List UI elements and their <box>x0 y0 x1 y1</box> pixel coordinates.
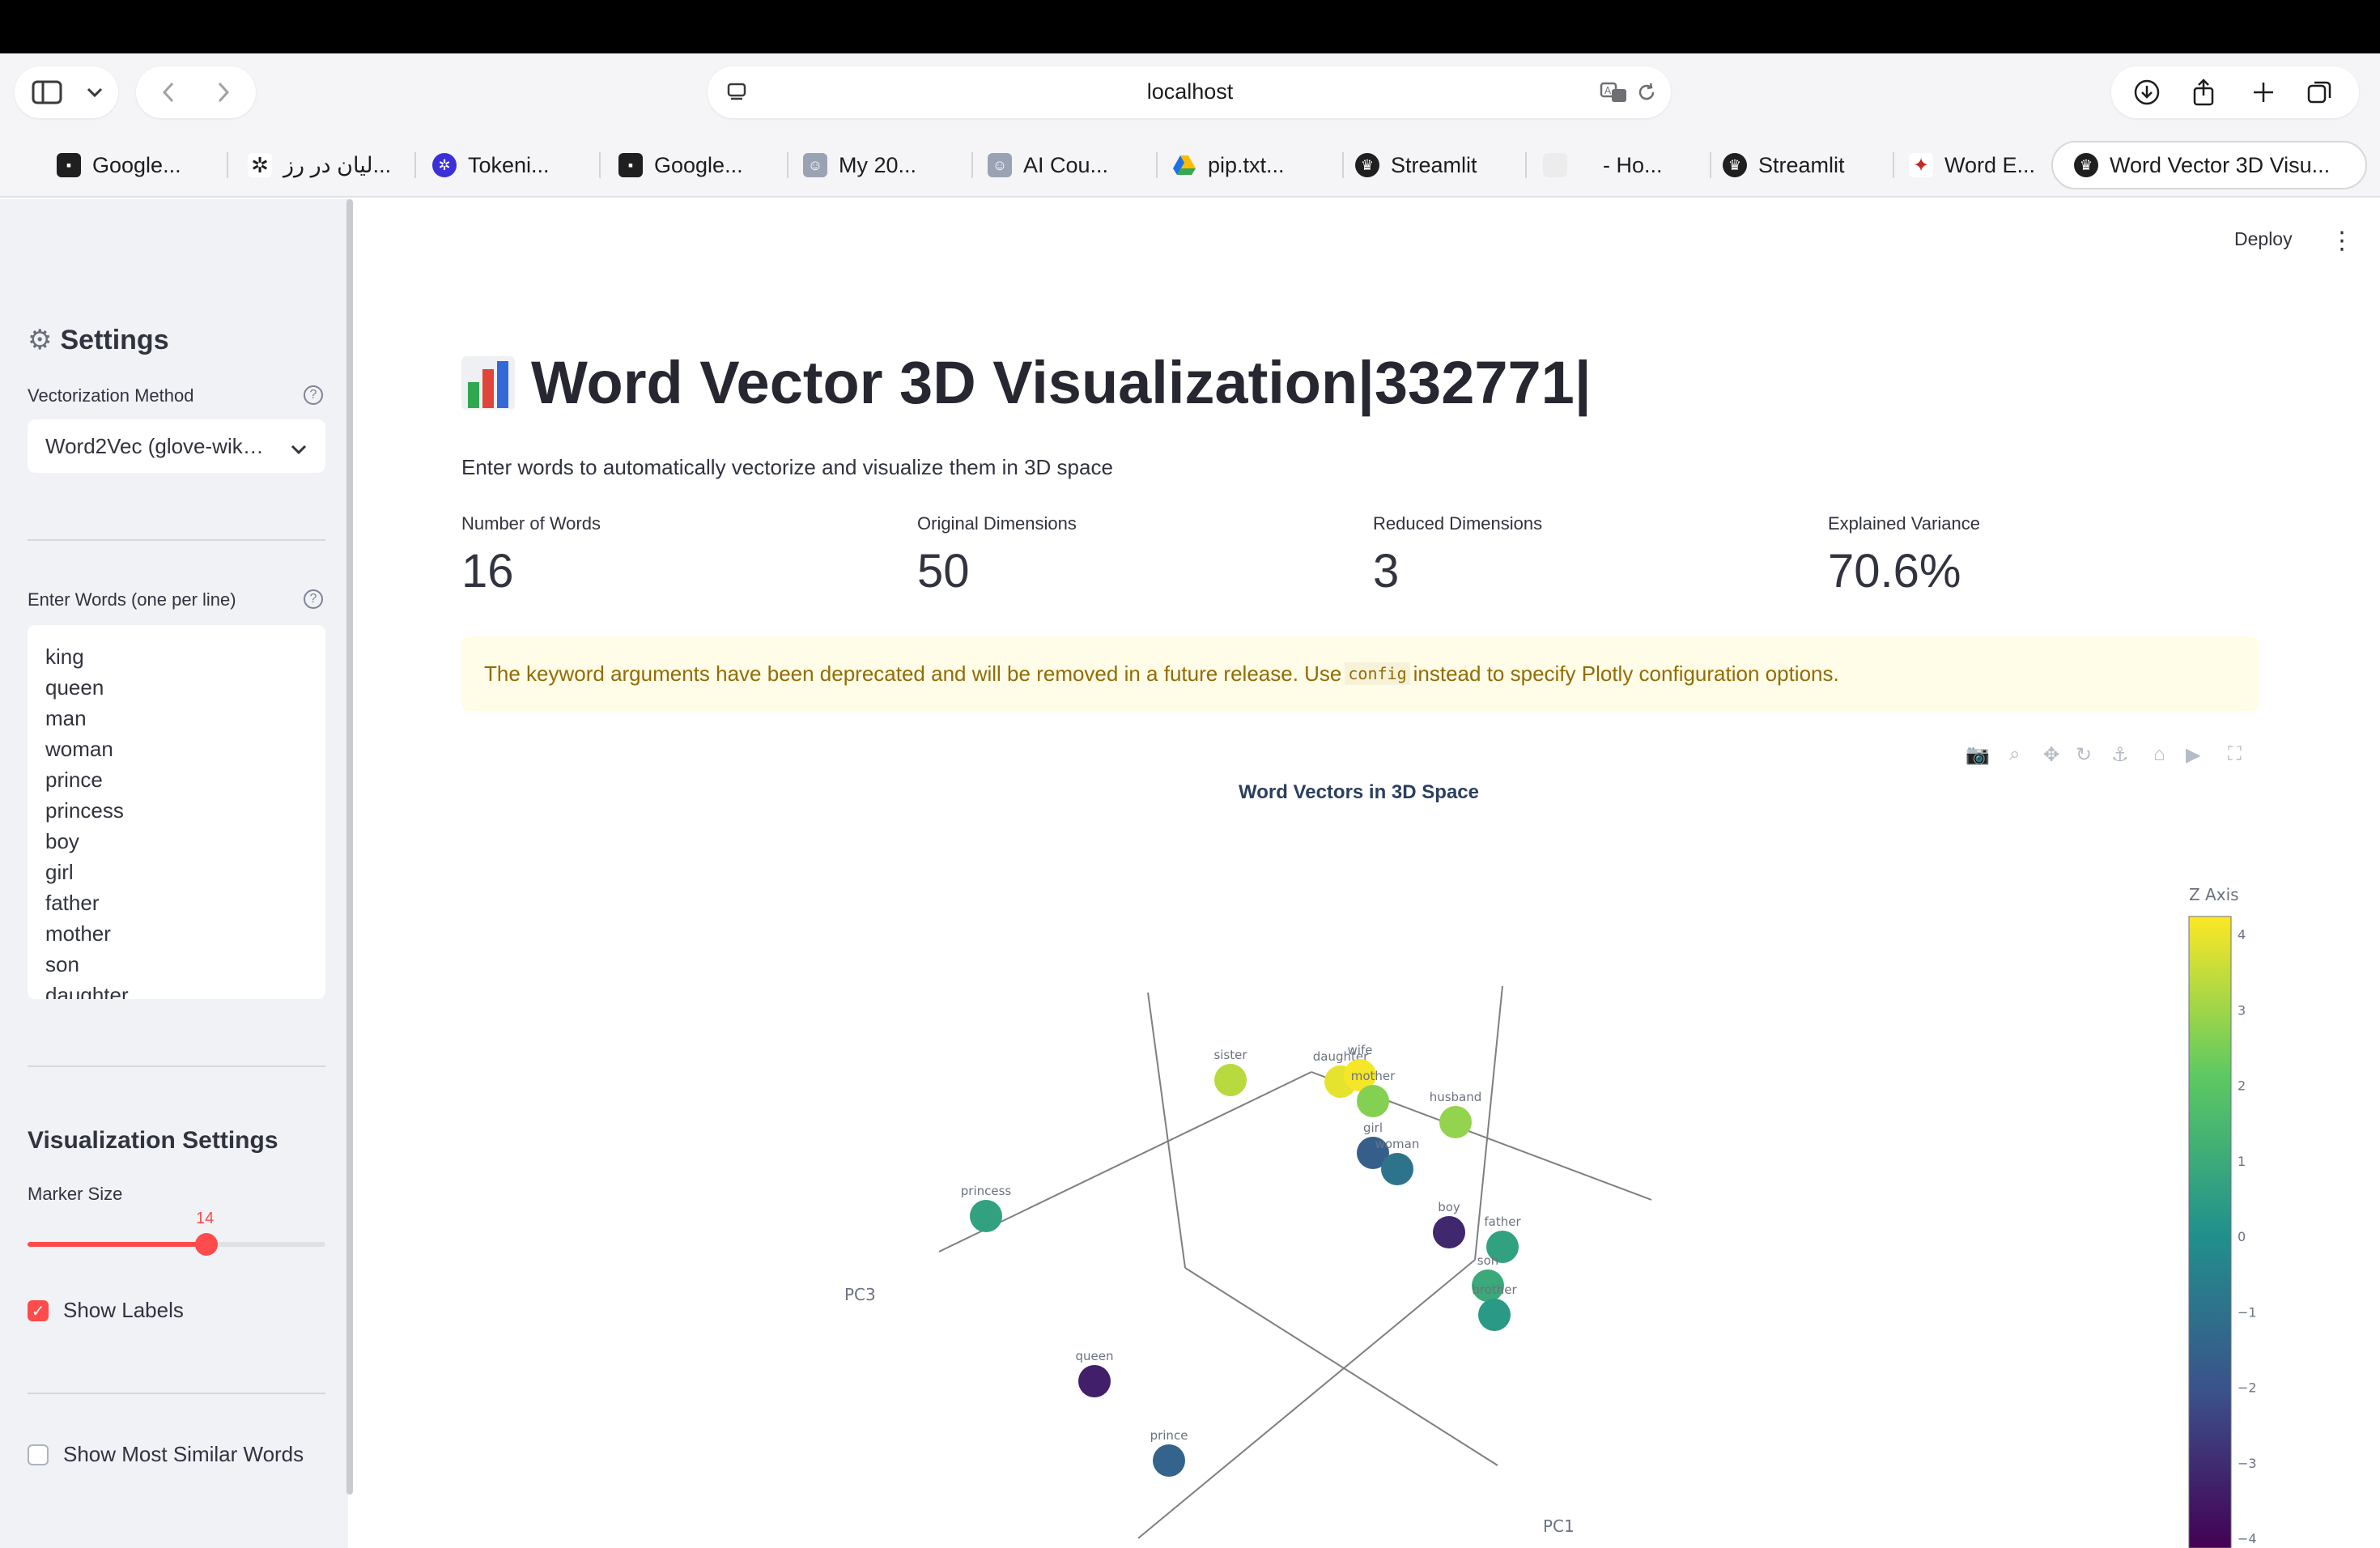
scatter-3d-plot[interactable]: PC3 PC1 sister daughterwifemotherhusbandg… <box>0 0 2380 1548</box>
point-boy[interactable] <box>1433 1216 1465 1248</box>
colorbar-title: Z Axis <box>2189 885 2239 904</box>
colorbar-tick: −2 <box>2238 1380 2257 1396</box>
point-sister[interactable] <box>1214 1064 1247 1096</box>
colorbar-tick: 0 <box>2238 1229 2246 1244</box>
point-mother[interactable] <box>1357 1085 1389 1117</box>
point-label: boy <box>1438 1200 1460 1214</box>
colorbar-tick: −3 <box>2238 1456 2257 1471</box>
point-label: sister <box>1213 1048 1247 1062</box>
colorbar-tick: 1 <box>2238 1154 2246 1169</box>
point-husband[interactable] <box>1439 1106 1472 1138</box>
point-label: mother <box>1351 1069 1396 1083</box>
point-prince[interactable] <box>1153 1444 1185 1477</box>
axis-label-pc1: PC1 <box>1543 1516 1575 1536</box>
point-label: wife <box>1348 1043 1373 1057</box>
point-label: girl <box>1363 1121 1383 1135</box>
point-queen[interactable] <box>1078 1365 1111 1397</box>
point-label: husband <box>1430 1090 1482 1104</box>
point-princess[interactable] <box>970 1200 1002 1232</box>
colorbar-tick: −1 <box>2238 1304 2257 1320</box>
colorbar <box>2188 916 2232 1548</box>
point-label: brother <box>1472 1282 1517 1297</box>
plot-axes <box>938 985 1652 1539</box>
point-brother[interactable] <box>1478 1299 1511 1331</box>
point-label: woman <box>1375 1137 1420 1151</box>
colorbar-tick: −4 <box>2238 1531 2257 1546</box>
axis-label-pc3: PC3 <box>844 1285 876 1304</box>
point-label: queen <box>1076 1349 1114 1363</box>
colorbar-tick: 2 <box>2238 1078 2246 1094</box>
point-woman[interactable] <box>1381 1153 1413 1185</box>
colorbar-tick: 3 <box>2238 1002 2246 1018</box>
point-label: son <box>1477 1253 1499 1268</box>
point-label: princess <box>961 1184 1012 1198</box>
point-label: father <box>1484 1214 1521 1229</box>
colorbar-tick: 4 <box>2238 927 2246 942</box>
point-label: prince <box>1150 1428 1188 1443</box>
